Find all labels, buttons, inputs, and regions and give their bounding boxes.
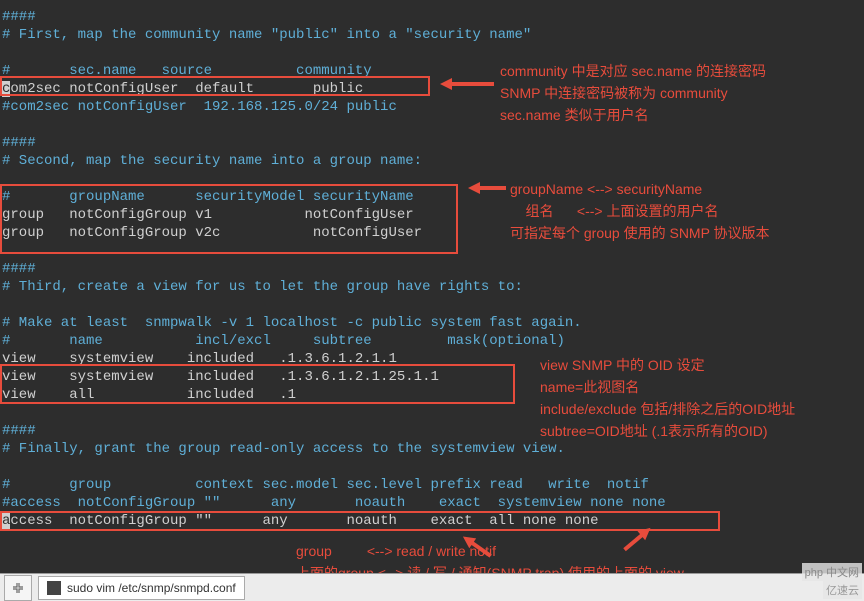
code-line: #### — [2, 8, 864, 26]
annotation-text: view SNMP 中的 OID 设定 — [540, 354, 795, 376]
highlight-box-4 — [0, 511, 720, 531]
annotation-text: 可指定每个 group 使用的 SNMP 协议版本 — [510, 222, 770, 244]
code-line — [2, 296, 864, 314]
annotation-text: groupName <--> securityName — [510, 178, 770, 200]
watermark-2: 亿速云 — [823, 581, 862, 599]
annotation-text: sec.name 类似于用户名 — [500, 104, 766, 126]
code-line: # Second, map the security name into a g… — [2, 152, 864, 170]
code-line: #access notConfigGroup "" any noauth exa… — [2, 494, 864, 512]
code-line: # Third, create a view for us to let the… — [2, 278, 864, 296]
watermark-1: php 中文网 — [802, 563, 862, 581]
code-line: #### — [2, 260, 864, 278]
annotation-text: subtree=OID地址 (.1表示所有的OID) — [540, 420, 795, 442]
code-line — [2, 458, 864, 476]
annotation-text: include/exclude 包括/排除之后的OID地址 — [540, 398, 795, 420]
annotation-block-1: community 中是对应 sec.name 的连接密码 SNMP 中连接密码… — [500, 60, 766, 126]
arrow-left-icon — [466, 180, 506, 203]
annotation-text: group <--> read / write notif — [296, 540, 684, 562]
bottom-taskbar: sudo vim /etc/snmp/snmpd.conf — [0, 573, 864, 601]
annotation-text: name=此视图名 — [540, 376, 795, 398]
annotation-text: community 中是对应 sec.name 的连接密码 — [500, 60, 766, 82]
code-line: # First, map the community name "public"… — [2, 26, 864, 44]
code-line: # Finally, grant the group read-only acc… — [2, 440, 864, 458]
watermark-area: php 中文网 亿速云 — [764, 561, 864, 601]
code-line: # name incl/excl subtree mask(optional) — [2, 332, 864, 350]
terminal-icon — [47, 581, 61, 595]
annotation-text: 组名 <--> 上面设置的用户名 — [510, 200, 770, 222]
code-line: #### — [2, 134, 864, 152]
highlight-box-3 — [0, 364, 515, 404]
terminal-tab-label: sudo vim /etc/snmp/snmpd.conf — [67, 581, 236, 595]
code-line: # Make at least snmpwalk -v 1 localhost … — [2, 314, 864, 332]
expand-icon[interactable] — [4, 575, 32, 601]
terminal-tab[interactable]: sudo vim /etc/snmp/snmpd.conf — [38, 576, 245, 600]
annotation-block-3: view SNMP 中的 OID 设定 name=此视图名 include/ex… — [540, 354, 795, 442]
arrow-left-icon — [438, 76, 494, 99]
highlight-box-2 — [0, 184, 458, 254]
code-line: # group context sec.model sec.level pref… — [2, 476, 864, 494]
annotation-text: SNMP 中连接密码被称为 community — [500, 82, 766, 104]
highlight-box-1 — [0, 76, 430, 96]
annotation-block-2: groupName <--> securityName 组名 <--> 上面设置… — [510, 178, 770, 244]
